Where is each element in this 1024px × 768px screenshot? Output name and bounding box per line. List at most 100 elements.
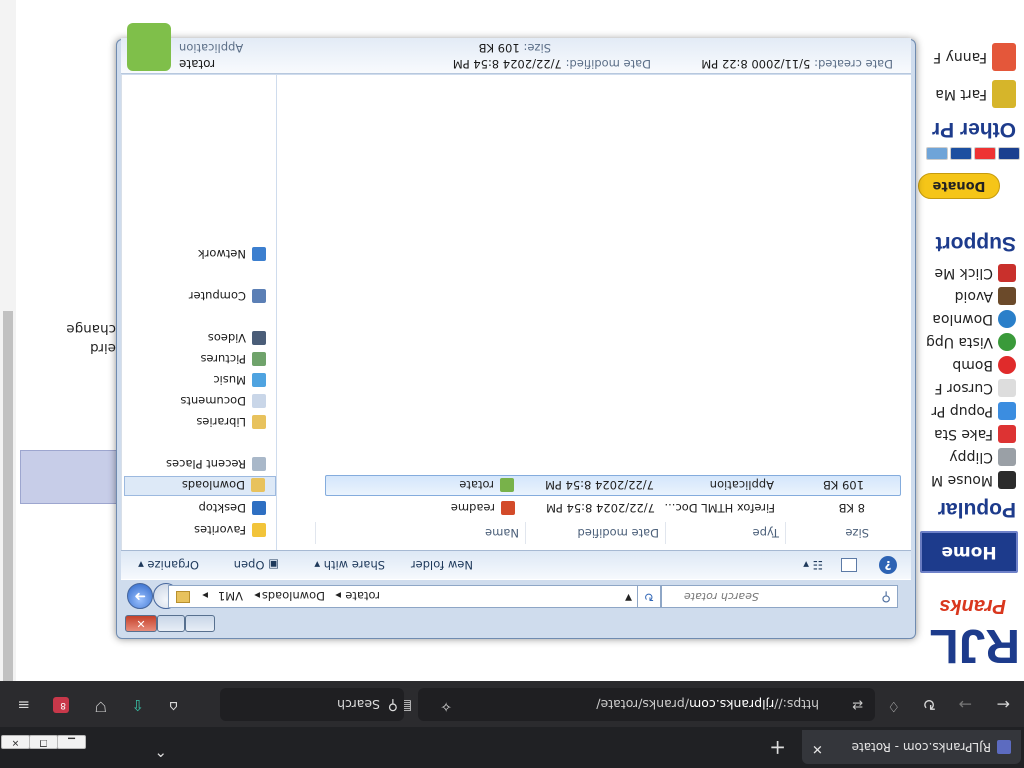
logo-subtext: Pranks xyxy=(939,595,1006,617)
videos-icon xyxy=(252,331,266,345)
firefox-document-icon xyxy=(501,501,515,515)
nav-desktop[interactable]: Desktop xyxy=(124,498,276,518)
tab-actions-chevron-icon[interactable]: ⌃ xyxy=(154,742,167,760)
view-options-icon[interactable]: ☷ ▾ xyxy=(803,558,823,572)
column-header-date-modified[interactable]: Date modified xyxy=(525,522,665,544)
sidebar-item-cursor[interactable]: Cursor F xyxy=(916,375,1016,397)
page-banner-box xyxy=(20,450,120,504)
browser-tab-active[interactable]: RJLPranks.com - Rotate ✕ xyxy=(802,730,1021,764)
explorer-minimize-button[interactable] xyxy=(185,615,215,632)
back-button[interactable]: ➜ xyxy=(127,583,153,609)
nav-pictures[interactable]: Pictures xyxy=(124,349,276,369)
sidebar-item-label: Avoid xyxy=(954,288,993,304)
menu-icon[interactable]: ≡ xyxy=(17,696,30,714)
donate-button[interactable]: Donate xyxy=(918,173,1000,199)
libraries-icon xyxy=(252,415,266,429)
site-logo[interactable]: RJL Pranks xyxy=(924,587,1020,673)
sidebar-item-download[interactable]: Downloa xyxy=(916,306,1016,328)
sidebar-item-popup[interactable]: Popup Pr xyxy=(916,398,1016,420)
explorer-close-button[interactable]: ✕ xyxy=(125,615,157,632)
sidebar-item-label: Click Me xyxy=(934,265,993,281)
fanny-icon xyxy=(992,43,1016,71)
sidebar-item-vista-upgrade[interactable]: Vista Upg xyxy=(916,329,1016,351)
close-button[interactable]: ✕ xyxy=(1,735,30,749)
application-icon xyxy=(500,478,514,492)
nav-favorites[interactable]: Favorites xyxy=(124,520,276,540)
downloads-folder-icon xyxy=(251,478,265,492)
extensions-icon[interactable]: ✧ xyxy=(440,698,452,714)
breadcrumb-downloads[interactable]: Downloads xyxy=(262,589,325,603)
nav-documents[interactable]: Documents xyxy=(124,391,276,411)
column-header-type[interactable]: Type xyxy=(665,522,785,544)
nav-music[interactable]: Music xyxy=(124,370,276,390)
address-dropdown-icon[interactable]: ▼ xyxy=(625,592,632,602)
nav-computer[interactable]: Computer xyxy=(124,286,276,306)
windows-flag-icon xyxy=(998,425,1016,443)
open-button[interactable]: ▣ Open xyxy=(234,558,279,572)
address-bar[interactable]: ⇄ https://rjlpranks.com/pranks/rotate/ xyxy=(418,688,875,721)
application-icon: ▣ xyxy=(264,558,279,572)
shield-icon[interactable]: ⛉ xyxy=(96,698,107,714)
home-icon[interactable]: ⌂ xyxy=(169,698,178,714)
back-arrow-icon[interactable]: ← xyxy=(997,695,1010,714)
minimize-button[interactable]: ▁ xyxy=(57,735,86,749)
forward-arrow-icon[interactable]: → xyxy=(959,695,972,714)
file-name-cell: rotate xyxy=(459,474,514,495)
organize-button[interactable]: Organize ▾ xyxy=(138,558,199,572)
open-label: Open xyxy=(233,558,265,572)
home-button[interactable]: Home xyxy=(920,531,1018,573)
nav-downloads[interactable]: Downloads xyxy=(124,476,276,496)
breadcrumb-chevron-icon[interactable]: ▸ xyxy=(335,589,341,603)
browser-search-box[interactable]: ⚲ Search xyxy=(220,688,404,721)
column-header-size[interactable]: Size xyxy=(785,522,875,544)
profile-icon[interactable]: 8 xyxy=(53,697,69,713)
search-box[interactable]: Search rotate ⚲ xyxy=(661,585,898,608)
flag-icon xyxy=(998,287,1016,305)
breadcrumb-rotate[interactable]: rotate xyxy=(345,589,380,603)
explorer-maximize-button[interactable] xyxy=(157,615,185,632)
share-with-button[interactable]: Share with ▾ xyxy=(314,558,385,572)
site-favicon-icon xyxy=(997,740,1011,754)
breadcrumb-chevron-icon[interactable]: ▸ xyxy=(202,589,208,603)
sidebar-item-label: Bomb xyxy=(952,357,993,373)
nav-label: Downloads xyxy=(181,478,245,492)
nav-libraries[interactable]: Libraries xyxy=(124,412,276,432)
nav-label: Pictures xyxy=(200,352,246,366)
address-bar[interactable]: ▸ VM1 ▸ Downloads ▸ rotate ▼ xyxy=(168,585,639,608)
application-large-icon xyxy=(127,23,171,71)
table-row-selected[interactable]: rotate 7/22/2024 8:54 PM Application 109… xyxy=(325,475,901,496)
refresh-icon[interactable]: ↻ xyxy=(923,695,936,714)
sidebar-item-mouse[interactable]: Mouse M xyxy=(916,467,1016,489)
mouse-icon xyxy=(998,471,1016,489)
preview-pane-icon[interactable] xyxy=(841,558,857,572)
detail-created: Date created: 5/11/2000 8:22 PM xyxy=(701,57,893,71)
music-icon xyxy=(252,373,266,387)
click-here-icon xyxy=(998,264,1016,282)
table-row[interactable]: readme 7/22/2024 8:54 PM Firefox HTML Do… xyxy=(325,497,901,518)
breadcrumb-chevron-icon[interactable]: ▸ xyxy=(254,589,260,603)
sidebar-item-fanny[interactable]: Fanny F xyxy=(916,37,1016,71)
nav-videos[interactable]: Videos xyxy=(124,328,276,348)
scrollbar-thumb[interactable] xyxy=(3,311,13,681)
help-icon[interactable]: ? xyxy=(879,556,897,574)
url-text[interactable]: https://rjlpranks.com/pranks/rotate/ xyxy=(596,697,819,712)
sidebar-item-fart[interactable]: Fart Ma xyxy=(916,74,1016,108)
restore-button[interactable]: ❐ xyxy=(29,735,58,749)
breadcrumb-vm1[interactable]: VM1 xyxy=(218,589,243,603)
refresh-button[interactable]: ↻ xyxy=(637,585,661,608)
new-tab-icon[interactable]: + xyxy=(769,736,786,760)
sidebar-item-clippy[interactable]: Clippy xyxy=(916,444,1016,466)
sidebar-item-click-me[interactable]: Click Me xyxy=(916,260,1016,282)
sidebar-item-bomb[interactable]: Bomb xyxy=(916,352,1016,374)
tab-close-icon[interactable]: ✕ xyxy=(812,741,823,756)
site-info-icon[interactable]: ⇄ xyxy=(852,697,863,712)
notification-icon[interactable]: ♢ xyxy=(887,698,900,714)
new-folder-button[interactable]: New folder xyxy=(411,558,473,572)
nav-network[interactable]: Network xyxy=(124,244,276,264)
file-type: Application xyxy=(709,478,774,492)
sidebar-item-fake-start[interactable]: Fake Sta xyxy=(916,421,1016,443)
sidebar-item-avoid[interactable]: Avoid xyxy=(916,283,1016,305)
column-header-name[interactable]: Name xyxy=(315,522,525,544)
nav-recent-places[interactable]: Recent Places xyxy=(124,454,276,474)
sync-icon[interactable]: ⇧ xyxy=(131,696,144,714)
